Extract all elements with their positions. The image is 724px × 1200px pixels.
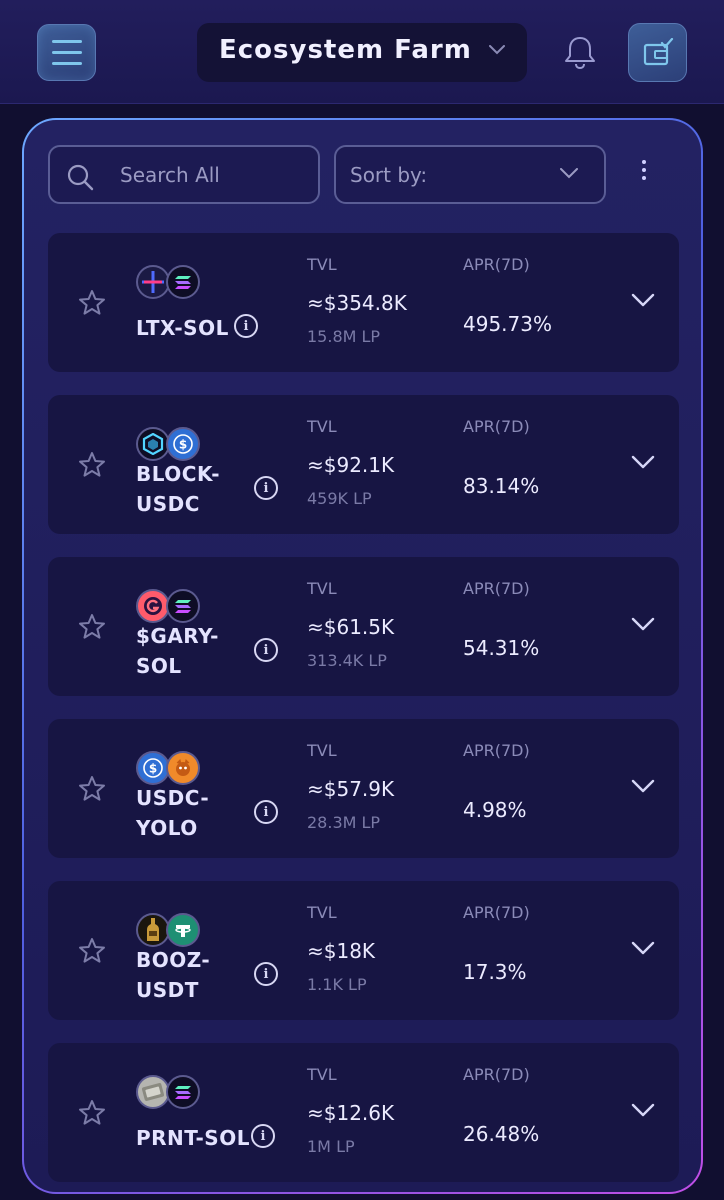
block-token-icon — [136, 427, 170, 461]
yolo-token-icon — [166, 751, 200, 785]
apr-value: 26.48% — [463, 1122, 540, 1146]
ltx-token-icon — [136, 265, 170, 299]
usdc-token-icon: $ — [166, 427, 200, 461]
chevron-down-icon[interactable] — [631, 1103, 655, 1117]
gary-token-icon — [136, 589, 170, 623]
lp-amount: 15.8M LP — [307, 327, 381, 346]
more-options-icon[interactable] — [636, 160, 652, 188]
lp-amount: 459K LP — [307, 489, 372, 508]
star-icon[interactable] — [78, 613, 106, 641]
tvl-value: ≈$57.9K — [307, 777, 395, 801]
menu-button[interactable] — [37, 24, 96, 81]
tvl-value: ≈$18K — [307, 939, 376, 963]
star-icon[interactable] — [78, 451, 106, 479]
top-bar: Ecosystem Farm — [0, 0, 724, 104]
sol-token-icon — [166, 1075, 200, 1109]
search-icon — [67, 164, 94, 191]
sort-label: Sort by: — [350, 163, 428, 187]
hamburger-icon — [51, 40, 82, 43]
star-icon[interactable] — [78, 1099, 106, 1127]
apr-value: 83.14% — [463, 474, 540, 498]
star-icon[interactable] — [78, 289, 106, 317]
sol-token-icon — [166, 589, 200, 623]
apr-value: 17.3% — [463, 960, 527, 984]
info-icon[interactable]: i — [251, 1124, 275, 1148]
farm-panel: Sort by: LTX-SOL i — [22, 118, 703, 1194]
token-pair-icons — [136, 265, 206, 301]
tvl-value: ≈$61.5K — [307, 615, 395, 639]
chevron-down-icon[interactable] — [631, 779, 655, 793]
pair-name: $GARY- SOL — [136, 624, 219, 678]
farm-card[interactable]: $ BLOCK- USDC i TVL ≈$92.1K 459K LP APR(7… — [48, 395, 679, 534]
info-icon[interactable]: i — [254, 962, 278, 986]
token-pair-icons: $ — [136, 427, 206, 463]
farm-card[interactable]: BOOZ- USDT i TVL ≈$18K 1.1K LP APR(7D) 17… — [48, 881, 679, 1020]
apr-label: APR(7D) — [463, 255, 530, 274]
prnt-token-icon — [136, 1075, 170, 1109]
svg-text:$: $ — [179, 438, 187, 452]
tvl-label: TVL — [307, 579, 337, 598]
apr-label: APR(7D) — [463, 417, 530, 436]
tvl-value: ≈$12.6K — [307, 1101, 395, 1125]
lp-amount: 1.1K LP — [307, 975, 367, 994]
tvl-label: TVL — [307, 1065, 337, 1084]
chevron-down-icon — [489, 45, 505, 55]
tvl-label: TVL — [307, 417, 337, 436]
page-title-dropdown[interactable]: Ecosystem Farm — [197, 23, 527, 82]
star-icon[interactable] — [78, 775, 106, 803]
apr-label: APR(7D) — [463, 579, 530, 598]
pair-name: USDC- YOLO — [136, 786, 210, 840]
apr-label: APR(7D) — [463, 903, 530, 922]
apr-value: 4.98% — [463, 798, 527, 822]
page-title: Ecosystem Farm — [219, 35, 472, 65]
lp-amount: 1M LP — [307, 1137, 355, 1156]
chevron-down-icon[interactable] — [631, 455, 655, 469]
wallet-button[interactable] — [628, 23, 687, 82]
farm-card[interactable]: $GARY- SOL i TVL ≈$61.5K 313.4K LP APR(7D… — [48, 557, 679, 696]
chevron-down-icon[interactable] — [631, 293, 655, 307]
chevron-down-icon[interactable] — [631, 617, 655, 631]
tvl-value: ≈$354.8K — [307, 291, 407, 315]
apr-value: 54.31% — [463, 636, 540, 660]
bell-icon[interactable] — [563, 35, 597, 71]
farm-card[interactable]: $ USDC- YOLO i TVL ≈$57.9K 28.3M LP APR(7… — [48, 719, 679, 858]
token-pair-icons: $ — [136, 751, 206, 787]
token-pair-icons — [136, 589, 206, 625]
pair-name: PRNT-SOL — [136, 1126, 250, 1150]
pair-name: BLOCK- USDC — [136, 462, 221, 516]
lp-amount: 313.4K LP — [307, 651, 387, 670]
info-icon[interactable]: i — [254, 476, 278, 500]
farm-card[interactable]: LTX-SOL i TVL ≈$354.8K 15.8M LP APR(7D) … — [48, 233, 679, 372]
tvl-value: ≈$92.1K — [307, 453, 395, 477]
apr-label: APR(7D) — [463, 1065, 530, 1084]
usdc-token-icon: $ — [136, 751, 170, 785]
info-icon[interactable]: i — [254, 800, 278, 824]
tvl-label: TVL — [307, 255, 337, 274]
sol-token-icon — [166, 265, 200, 299]
info-icon[interactable]: i — [254, 638, 278, 662]
chevron-down-icon — [560, 168, 578, 179]
farm-card[interactable]: PRNT-SOL i TVL ≈$12.6K 1M LP APR(7D) 26.… — [48, 1043, 679, 1182]
tvl-label: TVL — [307, 741, 337, 760]
sort-dropdown[interactable]: Sort by: — [334, 145, 606, 204]
tvl-label: TVL — [307, 903, 337, 922]
chevron-down-icon[interactable] — [631, 941, 655, 955]
info-icon[interactable]: i — [234, 314, 258, 338]
apr-value: 495.73% — [463, 312, 552, 336]
booz-token-icon — [136, 913, 170, 947]
wallet-icon — [643, 37, 673, 65]
search-box[interactable] — [48, 145, 320, 204]
usdt-token-icon — [166, 913, 200, 947]
apr-label: APR(7D) — [463, 741, 530, 760]
token-pair-icons — [136, 1075, 206, 1111]
svg-text:$: $ — [149, 762, 157, 776]
star-icon[interactable] — [78, 937, 106, 965]
token-pair-icons — [136, 913, 206, 949]
search-input[interactable] — [120, 161, 310, 189]
lp-amount: 28.3M LP — [307, 813, 381, 832]
pair-name: BOOZ- USDT — [136, 948, 211, 1002]
